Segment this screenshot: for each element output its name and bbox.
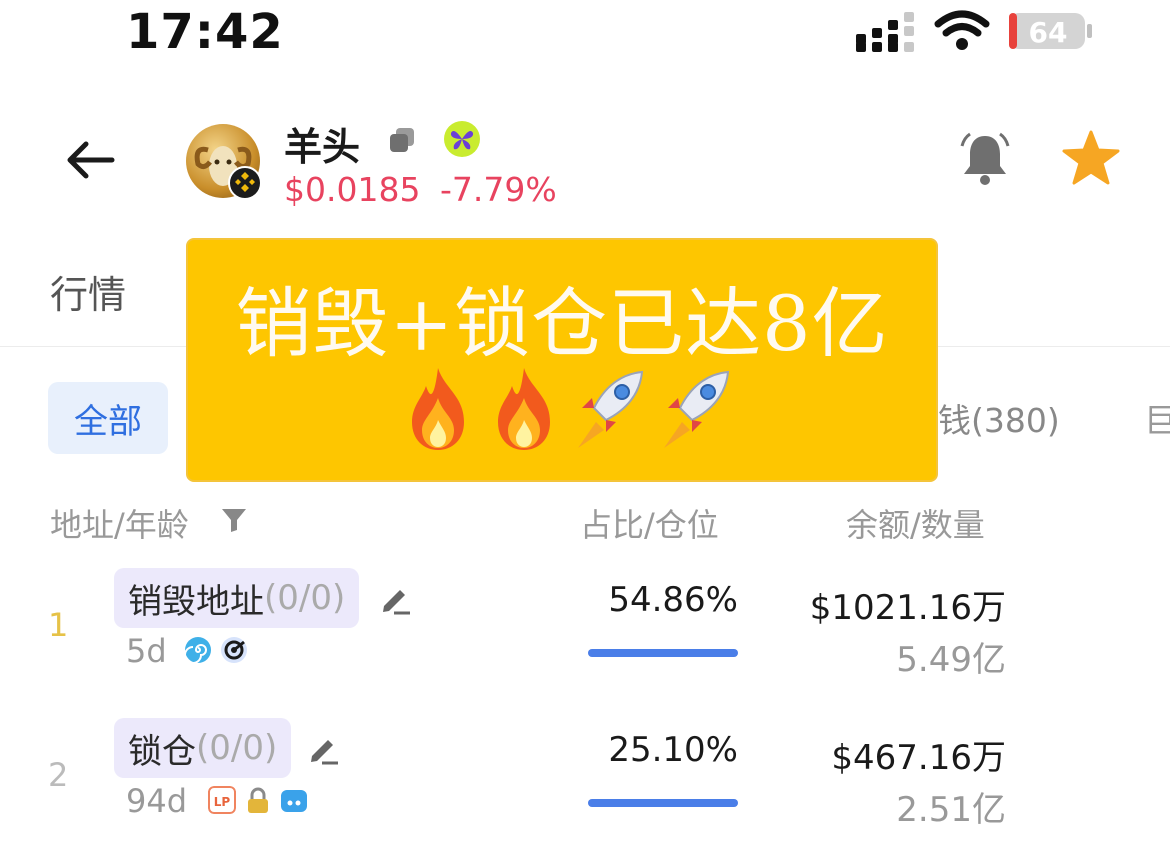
back-button[interactable] — [60, 136, 120, 184]
column-header-address-age[interactable]: 地址/年龄 — [50, 500, 189, 546]
position-bar-track — [588, 649, 738, 657]
spiral-icon — [184, 637, 211, 664]
lp-icon: LP — [208, 786, 236, 814]
column-header-balance-quantity[interactable]: 余额/数量 — [846, 500, 985, 546]
position-bar-track — [588, 799, 738, 807]
butterfly-icon[interactable] — [444, 121, 480, 157]
tab-market[interactable]: 行情 — [50, 264, 126, 319]
token-price: $0.0185 — [284, 170, 421, 209]
fire-icon — [412, 368, 464, 450]
lock-icon — [248, 787, 268, 813]
controller-icon — [281, 790, 307, 812]
token-quantity: 5.49亿 — [896, 640, 1006, 680]
banner-emoji-row — [398, 364, 742, 454]
rocket-icon — [664, 370, 730, 448]
edit-icon[interactable] — [378, 582, 412, 616]
banner-text: 销毁+锁仓已达8亿 — [235, 279, 889, 368]
bell-icon[interactable] — [956, 130, 1014, 188]
svg-text:LP: LP — [214, 795, 231, 809]
edit-icon[interactable] — [306, 732, 340, 766]
status-time: 17:42 — [126, 4, 284, 60]
copy-icon[interactable] — [388, 126, 416, 154]
token-quantity: 2.51亿 — [896, 790, 1006, 830]
favorite-star-icon[interactable] — [1062, 130, 1120, 186]
rocket-icon — [578, 370, 644, 448]
bnb-chain-icon — [228, 166, 262, 200]
address-age: 94d — [126, 782, 188, 820]
token-name: 羊头 — [284, 125, 361, 169]
filter-icon[interactable] — [220, 506, 248, 534]
battery-icon: 64 — [1009, 13, 1092, 49]
radar-icon — [221, 637, 247, 663]
address-label: 销毁地址 — [128, 581, 264, 622]
address-age: 5d — [126, 632, 167, 670]
address-label-chip[interactable]: 锁仓 (0/0) — [114, 718, 292, 778]
position-bar-fill — [588, 649, 738, 657]
wifi-icon — [934, 10, 990, 50]
column-header-share-position[interactable]: 占比/仓位 — [580, 500, 719, 546]
share-percent: 54.86% — [608, 580, 738, 620]
row-rank: 1 — [48, 606, 69, 644]
row-rank: 2 — [48, 756, 69, 794]
battery-level: 64 — [1029, 16, 1068, 49]
cellular-signal-icon — [856, 12, 914, 52]
position-bar-fill — [588, 799, 738, 807]
balance-usd: $1021.16万 — [809, 588, 1006, 628]
fire-icon — [498, 368, 550, 450]
filter-chip-overflow[interactable]: 巨 — [1144, 394, 1170, 442]
address-label-count: (0/0) — [264, 578, 346, 618]
share-percent: 25.10% — [608, 730, 738, 770]
balance-usd: $467.16万 — [831, 738, 1006, 778]
address-label-count: (0/0) — [196, 728, 278, 768]
price-change: -7.79% — [440, 170, 557, 209]
address-label: 锁仓 — [128, 731, 196, 772]
promo-banner: 销毁+锁仓已达8亿 — [186, 238, 938, 482]
filter-chip-smart-money[interactable]: 钱(380) — [938, 394, 1060, 442]
address-label-chip[interactable]: 销毁地址 (0/0) — [114, 568, 360, 628]
filter-chip-all[interactable]: 全部 — [48, 382, 168, 454]
